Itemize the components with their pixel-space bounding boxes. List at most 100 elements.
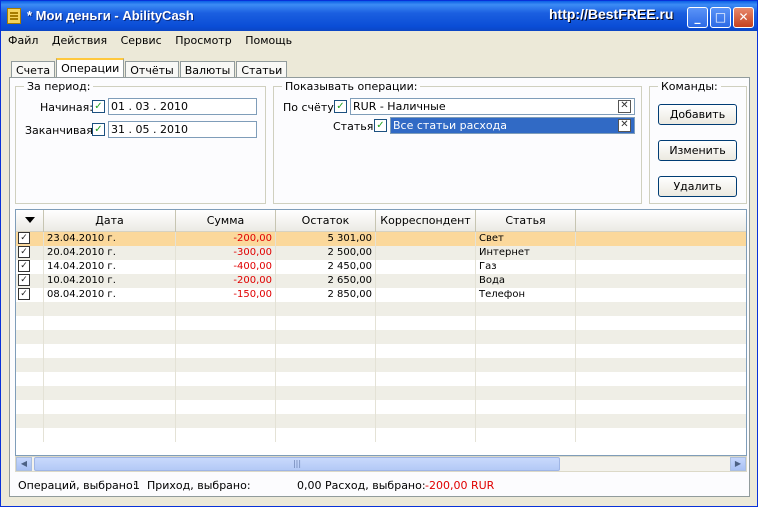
- table-row[interactable]: [16, 302, 746, 316]
- menu-help[interactable]: Помощь: [241, 32, 296, 49]
- check-cell: ✓: [16, 274, 44, 288]
- rest-cell: [276, 344, 376, 358]
- category-checkbox[interactable]: ✓: [374, 119, 387, 132]
- check-cell: [16, 302, 44, 316]
- start-date-input[interactable]: 01 . 03 . 2010: [108, 98, 257, 115]
- sum-cell: -150,00: [176, 288, 276, 302]
- sum-cell: [176, 428, 276, 442]
- table-row[interactable]: [16, 344, 746, 358]
- sum-cell: [176, 330, 276, 344]
- edit-button[interactable]: Изменить: [658, 140, 737, 161]
- period-group-title: За период:: [24, 80, 94, 93]
- account-label: По счёту:: [283, 101, 338, 114]
- row-checkbox[interactable]: ✓: [18, 260, 30, 272]
- table-row[interactable]: [16, 386, 746, 400]
- category-select[interactable]: Все статьи расхода: [390, 117, 635, 134]
- table-header: Дата Сумма Остаток Корреспондент Статья: [16, 210, 746, 232]
- category-clear-icon[interactable]: ✕: [618, 119, 631, 132]
- menu-actions[interactable]: Действия: [48, 32, 111, 49]
- menu-file[interactable]: Файл: [4, 32, 42, 49]
- column-rest[interactable]: Остаток: [276, 210, 376, 232]
- category-cell: [476, 414, 576, 428]
- account-clear-icon[interactable]: ✕: [618, 100, 631, 113]
- account-checkbox[interactable]: ✓: [334, 100, 347, 113]
- column-date[interactable]: Дата: [44, 210, 176, 232]
- table-row[interactable]: [16, 372, 746, 386]
- table-row[interactable]: [16, 414, 746, 428]
- table-body: ✓ 23.04.2010 г. -200,00 5 301,00 Свет ✓ 20.04.…: [16, 232, 746, 442]
- table-row[interactable]: ✓ 14.04.2010 г. -400,00 2 450,00 Газ: [16, 260, 746, 274]
- account-select[interactable]: RUR - Наличные: [350, 98, 635, 115]
- category-cell: [476, 302, 576, 316]
- row-checkbox[interactable]: ✓: [18, 232, 30, 244]
- end-checkbox[interactable]: ✓: [92, 123, 105, 136]
- category-cell: [476, 400, 576, 414]
- add-button[interactable]: Добавить: [658, 104, 737, 125]
- date-cell: [44, 400, 176, 414]
- date-cell: [44, 372, 176, 386]
- table-row[interactable]: [16, 330, 746, 344]
- minimize-button[interactable]: _: [687, 7, 708, 28]
- start-label: Начиная:: [40, 101, 93, 114]
- table-row[interactable]: ✓ 23.04.2010 г. -200,00 5 301,00 Свет: [16, 232, 746, 246]
- commands-group: Команды: Добавить Изменить Удалить: [649, 80, 747, 204]
- sum-cell: [176, 372, 276, 386]
- correspondent-cell: [376, 288, 476, 302]
- filler-cell: [576, 302, 746, 316]
- column-category[interactable]: Статья: [476, 210, 576, 232]
- horizontal-scrollbar[interactable]: ◀ ||| ▶: [15, 456, 747, 472]
- date-cell: [44, 344, 176, 358]
- operations-panel: За период: Начиная: ✓ 01 . 03 . 2010 Зак…: [9, 77, 750, 497]
- filler-cell: [576, 246, 746, 260]
- row-checkbox[interactable]: ✓: [18, 274, 30, 286]
- income-selected-value: 0,00: [297, 479, 322, 492]
- column-filler: [576, 210, 746, 232]
- table-row[interactable]: ✓ 10.04.2010 г. -200,00 2 650,00 Вода: [16, 274, 746, 288]
- maximize-button[interactable]: □: [710, 7, 731, 28]
- sort-toggle[interactable]: [16, 210, 44, 232]
- check-cell: [16, 428, 44, 442]
- category-cell: [476, 344, 576, 358]
- date-cell: 08.04.2010 г.: [44, 288, 176, 302]
- sum-cell: [176, 400, 276, 414]
- column-sum[interactable]: Сумма: [176, 210, 276, 232]
- category-cell: Свет: [476, 232, 576, 246]
- category-cell: Интернет: [476, 246, 576, 260]
- sum-cell: [176, 302, 276, 316]
- scroll-left-icon[interactable]: ◀: [16, 457, 32, 471]
- close-button[interactable]: ✕: [733, 7, 754, 28]
- table-row[interactable]: ✓ 20.04.2010 г. -300,00 2 500,00 Интернет: [16, 246, 746, 260]
- title-bar[interactable]: * Мои деньги - AbilityCash http://BestFR…: [1, 1, 757, 31]
- menu-service[interactable]: Сервис: [117, 32, 166, 49]
- watermark-text: http://BestFREE.ru: [549, 6, 674, 22]
- check-cell: [16, 414, 44, 428]
- correspondent-cell: [376, 386, 476, 400]
- filler-cell: [576, 414, 746, 428]
- column-correspondent[interactable]: Корреспондент: [376, 210, 476, 232]
- start-checkbox[interactable]: ✓: [92, 100, 105, 113]
- table-row[interactable]: [16, 400, 746, 414]
- check-cell: [16, 400, 44, 414]
- menu-view[interactable]: Просмотр: [171, 32, 235, 49]
- correspondent-cell: [376, 330, 476, 344]
- sum-cell: -200,00: [176, 232, 276, 246]
- table-row[interactable]: [16, 358, 746, 372]
- row-checkbox[interactable]: ✓: [18, 246, 30, 258]
- check-cell: ✓: [16, 232, 44, 246]
- period-group: За период: Начиная: ✓ 01 . 03 . 2010 Зак…: [15, 80, 266, 204]
- row-checkbox[interactable]: ✓: [18, 288, 30, 300]
- correspondent-cell: [376, 358, 476, 372]
- filler-cell: [576, 428, 746, 442]
- table-row[interactable]: [16, 316, 746, 330]
- tab-operations[interactable]: Операции: [56, 58, 125, 79]
- date-cell: [44, 428, 176, 442]
- end-date-input[interactable]: 31 . 05 . 2010: [108, 121, 257, 138]
- scroll-right-icon[interactable]: ▶: [730, 457, 746, 471]
- table-row[interactable]: [16, 428, 746, 442]
- status-bar: Операций, выбрано: 1 Приход, выбрано: 0,…: [9, 477, 750, 495]
- table-row[interactable]: ✓ 08.04.2010 г. -150,00 2 850,00 Телефон: [16, 288, 746, 302]
- income-selected-label: Приход, выбрано:: [147, 479, 251, 492]
- delete-button[interactable]: Удалить: [658, 176, 737, 197]
- scroll-thumb[interactable]: |||: [34, 457, 560, 471]
- ops-selected-value: 1: [133, 479, 140, 492]
